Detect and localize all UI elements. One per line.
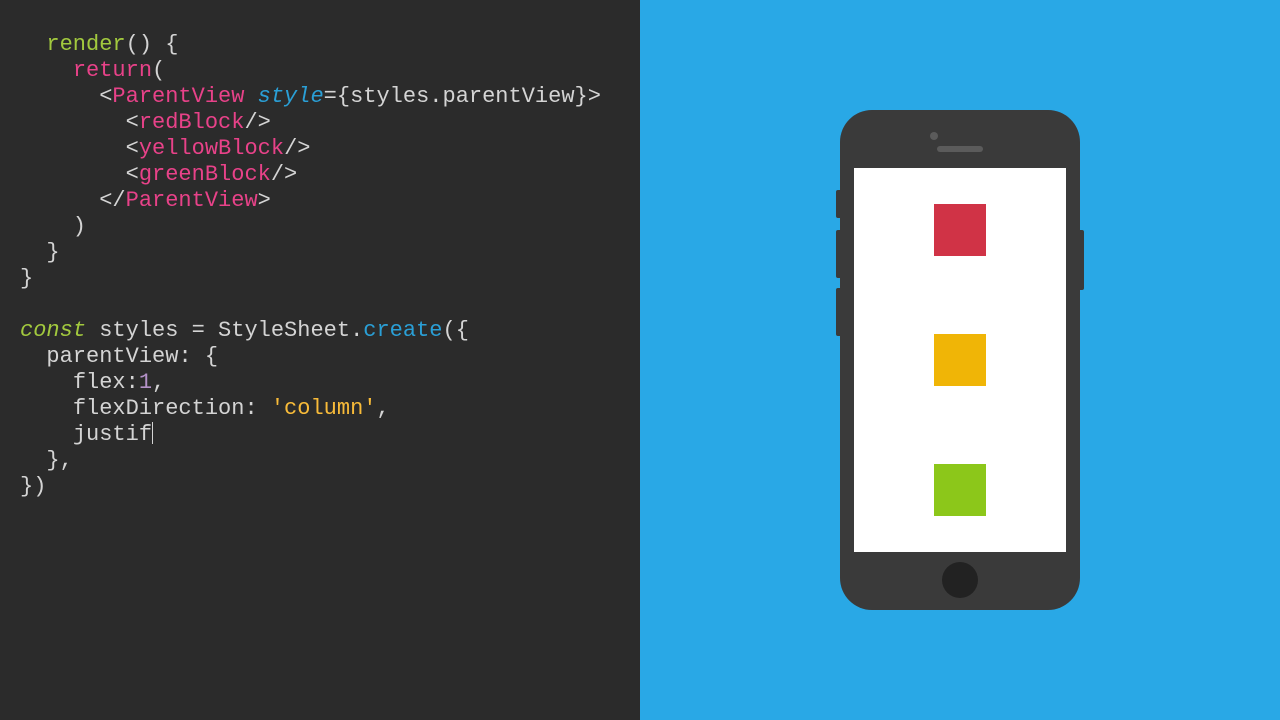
text-cursor: [152, 422, 153, 444]
phone-preview-pane: [640, 0, 1280, 720]
value-flex: 1: [139, 370, 152, 395]
component-yellowblock: yellowBlock: [139, 136, 284, 161]
red-block: [934, 204, 986, 256]
phone-home-button: [942, 562, 978, 598]
attr-style: style: [258, 84, 324, 109]
phone-mute-switch: [836, 190, 840, 218]
code-editor-pane[interactable]: render() { return( <ParentView style={st…: [0, 0, 640, 720]
component-redblock: redBlock: [139, 110, 245, 135]
phone-volume-down: [836, 288, 840, 336]
yellow-block: [934, 334, 986, 386]
ref-styles: styles: [350, 84, 429, 109]
phone-speaker-icon: [937, 146, 983, 152]
component-greenblock: greenBlock: [139, 162, 271, 187]
component-parentview: ParentView: [112, 84, 244, 109]
value-column: 'column': [271, 396, 377, 421]
var-styles: styles: [99, 318, 178, 343]
method-create: create: [363, 318, 442, 343]
code-content: render() { return( <ParentView style={st…: [20, 32, 620, 500]
keyword-const: const: [20, 318, 86, 343]
phone-screen: [854, 168, 1066, 552]
phone-camera-icon: [930, 132, 938, 140]
component-parentview-close: ParentView: [126, 188, 258, 213]
phone-mockup: [840, 110, 1080, 610]
prop-flex: flex: [73, 370, 126, 395]
prop-flexdirection: flexDirection: [73, 396, 245, 421]
green-block: [934, 464, 986, 516]
keyword-return: return: [73, 58, 152, 83]
prop-justif-partial: justif: [73, 422, 152, 447]
ref-parentview: parentView: [443, 84, 575, 109]
phone-power-button: [1080, 230, 1084, 290]
ref-stylesheet: StyleSheet: [218, 318, 350, 343]
key-parentview: parentView: [46, 344, 178, 369]
phone-volume-up: [836, 230, 840, 278]
keyword-render: render: [46, 32, 125, 57]
